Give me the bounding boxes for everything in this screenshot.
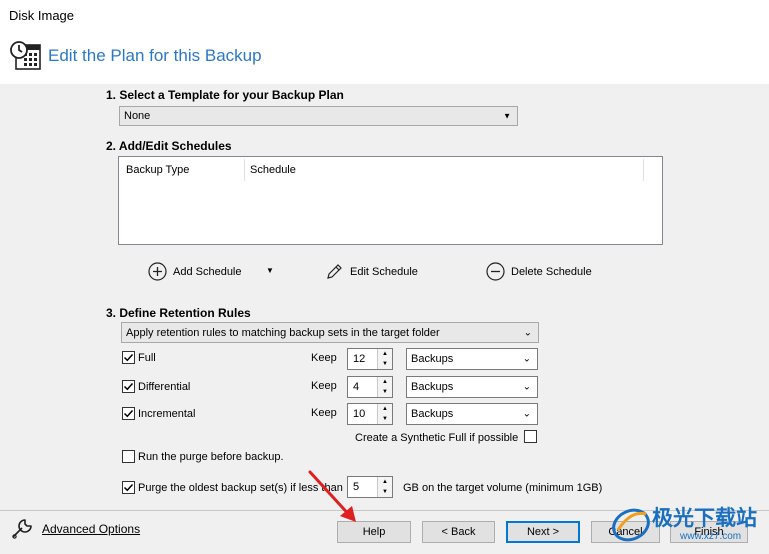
calendar-clock-icon [10, 40, 42, 75]
retention-mode-value: Apply retention rules to matching backup… [126, 326, 440, 339]
differential-label: Differential [138, 381, 191, 393]
full-keep-spinner[interactable]: 12 ▲ ▼ [347, 348, 393, 370]
advanced-options-link[interactable]: Advanced Options [10, 517, 140, 541]
full-label: Full [138, 352, 156, 364]
purge-oldest-checkbox[interactable] [122, 481, 135, 494]
spin-up-icon[interactable]: ▲ [378, 404, 392, 414]
advanced-options-label: Advanced Options [42, 522, 141, 536]
disk-image-window: Disk Image Edit the Plan for this Backup… [0, 0, 769, 554]
column-header-schedule[interactable]: Schedule [250, 157, 296, 183]
template-select[interactable]: None ▼ [119, 106, 518, 126]
delete-schedule-button[interactable]: Delete Schedule [486, 262, 592, 281]
purge-size-suffix: GB on the target volume (minimum 1GB) [403, 482, 603, 494]
pencil-icon [327, 264, 342, 279]
checkmark-icon [123, 483, 134, 492]
incremental-unit-select[interactable]: Backups ⌄ [406, 403, 538, 425]
incremental-keep-spinner[interactable]: 10 ▲ ▼ [347, 403, 393, 425]
spin-down-icon[interactable]: ▼ [378, 359, 392, 369]
chevron-down-icon: ⌄ [522, 408, 531, 420]
full-unit-value: Backups [411, 353, 454, 365]
next-button[interactable]: Next > [506, 521, 580, 543]
add-schedule-button[interactable]: Add Schedule [148, 262, 242, 281]
plus-circle-icon [148, 262, 167, 281]
chevron-down-icon: ⌄ [522, 353, 531, 365]
spin-down-icon[interactable]: ▼ [378, 387, 392, 397]
keep-label: Keep [311, 380, 337, 392]
red-arrow-annotation [308, 470, 356, 522]
purge-before-checkbox[interactable] [122, 450, 135, 463]
column-header-backup-type[interactable]: Backup Type [126, 157, 189, 183]
template-selected-value: None [124, 110, 151, 122]
checkmark-icon [123, 353, 134, 362]
delete-schedule-label: Delete Schedule [511, 265, 592, 278]
checkmark-icon [123, 382, 134, 391]
differential-checkbox[interactable] [122, 380, 135, 393]
differential-unit-select[interactable]: Backups ⌄ [406, 376, 538, 398]
purge-before-label: Run the purge before backup. [138, 451, 284, 463]
spin-down-icon[interactable]: ▼ [378, 414, 392, 424]
schedules-section-label: 2. Add/Edit Schedules [106, 139, 232, 153]
checkmark-icon [123, 409, 134, 418]
watermark-url: www.xz7.com [680, 531, 742, 542]
column-divider [244, 159, 245, 181]
watermark: 极光下载站 www.xz7.com [608, 500, 766, 550]
synthetic-full-checkbox[interactable] [524, 430, 537, 443]
incremental-keep-value: 10 [353, 408, 366, 420]
differential-keep-spinner[interactable]: 4 ▲ ▼ [347, 376, 393, 398]
differential-keep-value: 4 [353, 381, 360, 393]
page-header: Edit the Plan for this Backup [0, 30, 769, 84]
full-unit-select[interactable]: Backups ⌄ [406, 348, 538, 370]
window-title: Disk Image [9, 8, 75, 23]
watermark-logo-icon [612, 508, 650, 542]
differential-unit-value: Backups [411, 381, 454, 393]
keep-label: Keep [311, 352, 337, 364]
retention-mode-select[interactable]: Apply retention rules to matching backup… [121, 322, 539, 343]
add-schedule-label: Add Schedule [173, 265, 242, 278]
template-section-label: 1. Select a Template for your Backup Pla… [106, 88, 344, 102]
minus-circle-icon [486, 262, 505, 281]
keep-label: Keep [311, 407, 337, 419]
synthetic-full-label: Create a Synthetic Full if possible [355, 432, 519, 444]
edit-schedule-button[interactable]: Edit Schedule [325, 262, 418, 281]
spin-up-icon[interactable]: ▲ [378, 377, 392, 387]
incremental-checkbox[interactable] [122, 407, 135, 420]
column-divider [643, 159, 644, 181]
chevron-down-icon: ⌄ [522, 381, 531, 393]
page-title: Edit the Plan for this Backup [48, 46, 262, 65]
watermark-text: 极光下载站 [652, 507, 757, 530]
back-button[interactable]: < Back [422, 521, 495, 543]
incremental-label: Incremental [138, 408, 196, 420]
edit-schedule-label: Edit Schedule [350, 265, 418, 278]
chevron-down-icon: ⌄ [523, 327, 532, 338]
full-keep-value: 12 [353, 353, 366, 365]
wrench-icon [12, 519, 32, 539]
title-bar: Disk Image [0, 0, 769, 30]
full-checkbox[interactable] [122, 351, 135, 364]
incremental-unit-value: Backups [411, 408, 454, 420]
spin-up-icon[interactable]: ▲ [378, 477, 392, 487]
spin-up-icon[interactable]: ▲ [378, 349, 392, 359]
spin-down-icon[interactable]: ▼ [378, 487, 392, 497]
add-schedule-dropdown-icon[interactable]: ▼ [266, 266, 274, 275]
dropdown-arrow-icon: ▼ [503, 111, 511, 121]
retention-section-label: 3. Define Retention Rules [106, 306, 251, 320]
schedules-list[interactable]: Backup Type Schedule [118, 156, 663, 245]
